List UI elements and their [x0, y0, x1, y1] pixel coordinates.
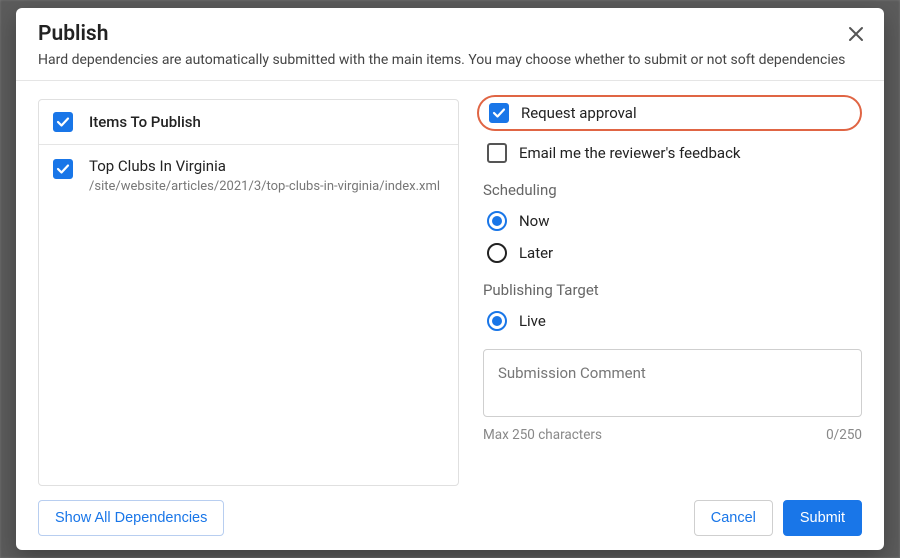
item-title: Top Clubs In Virginia — [89, 157, 440, 175]
scheduling-later-row: Later — [483, 243, 862, 263]
show-all-dependencies-button[interactable]: Show All Dependencies — [38, 500, 224, 536]
options-panel: Request approval Email me the reviewer's… — [483, 99, 862, 486]
dialog-body: Items To Publish Top Clubs In Virginia /… — [16, 81, 884, 486]
email-feedback-checkbox[interactable] — [487, 143, 507, 163]
scheduling-now-radio[interactable] — [487, 211, 507, 231]
cancel-button[interactable]: Cancel — [694, 500, 773, 536]
request-approval-highlight: Request approval — [477, 95, 862, 131]
item-row: Top Clubs In Virginia /site/website/arti… — [39, 145, 458, 208]
char-count: 0/250 — [826, 427, 862, 443]
item-text-group: Top Clubs In Virginia /site/website/arti… — [89, 157, 440, 194]
email-feedback-row: Email me the reviewer's feedback — [483, 143, 862, 163]
footer-right-group: Cancel Submit — [694, 500, 862, 536]
scheduling-later-label: Later — [519, 244, 553, 262]
publishing-target-live-label: Live — [519, 312, 546, 330]
publishing-target-live-radio[interactable] — [487, 311, 507, 331]
check-icon — [56, 115, 70, 129]
submission-comment-placeholder: Submission Comment — [498, 364, 646, 382]
dialog-title: Publish — [38, 22, 862, 46]
char-hint: Max 250 characters — [483, 427, 602, 443]
item-checkbox[interactable] — [53, 159, 73, 179]
items-header-label: Items To Publish — [89, 113, 201, 131]
request-approval-checkbox[interactable] — [489, 103, 509, 123]
select-all-checkbox[interactable] — [53, 112, 73, 132]
dialog-footer: Show All Dependencies Cancel Submit — [16, 486, 884, 550]
close-button[interactable] — [844, 22, 868, 46]
item-path: /site/website/articles/2021/3/top-clubs-… — [89, 179, 440, 194]
char-count-row: Max 250 characters 0/250 — [483, 427, 862, 443]
items-panel: Items To Publish Top Clubs In Virginia /… — [38, 99, 459, 486]
dialog-subtitle: Hard dependencies are automatically subm… — [38, 52, 862, 68]
dialog-header: Publish Hard dependencies are automatica… — [16, 8, 884, 81]
close-icon — [848, 26, 864, 42]
scheduling-later-radio[interactable] — [487, 243, 507, 263]
check-icon — [56, 162, 70, 176]
scheduling-label: Scheduling — [483, 181, 862, 199]
submission-comment-input[interactable]: Submission Comment — [483, 349, 862, 417]
submit-button[interactable]: Submit — [783, 500, 862, 536]
publishing-target-label: Publishing Target — [483, 281, 862, 299]
email-feedback-label: Email me the reviewer's feedback — [519, 144, 741, 162]
publish-dialog: Publish Hard dependencies are automatica… — [16, 8, 884, 550]
scheduling-now-row: Now — [483, 211, 862, 231]
check-icon — [492, 106, 506, 120]
scheduling-now-label: Now — [519, 212, 550, 230]
items-header-row: Items To Publish — [39, 100, 458, 145]
request-approval-label: Request approval — [521, 104, 637, 122]
publishing-target-live-row: Live — [483, 311, 862, 331]
